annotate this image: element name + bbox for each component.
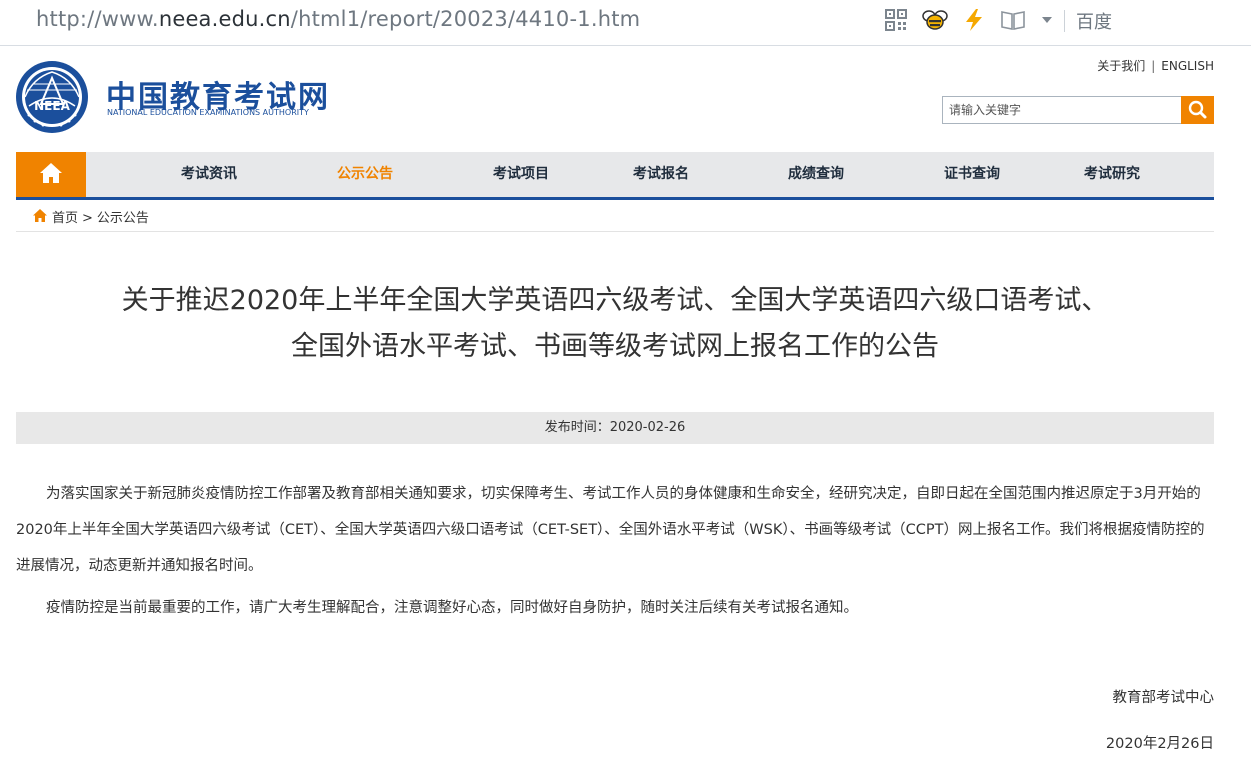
top-links: 关于我们 | ENGLISH bbox=[1097, 57, 1214, 74]
about-us-link[interactable]: 关于我们 bbox=[1097, 59, 1145, 73]
nav-item-exam-news[interactable]: 考试资讯 bbox=[181, 152, 237, 197]
nav-item-announcements[interactable]: 公示公告 bbox=[337, 152, 393, 197]
bee-icon[interactable] bbox=[922, 8, 948, 32]
site-search bbox=[942, 96, 1214, 124]
main-nav: 考试资讯 公示公告 考试项目 考试报名 成绩查询 证书查询 考试研究 bbox=[16, 152, 1214, 200]
article-paragraph-1: 为落实国家关于新冠肺炎疫情防控工作部署及教育部相关通知要求，切实保障考生、考试工… bbox=[16, 486, 1205, 574]
lightning-icon[interactable] bbox=[962, 8, 986, 32]
publish-time-bar: 发布时间：2020-02-26 bbox=[16, 412, 1214, 444]
nav-item-exam-research[interactable]: 考试研究 bbox=[1084, 152, 1140, 197]
logo-emblem-text: NEEA bbox=[34, 99, 70, 113]
url-path: /html1/report/20023/4410-1.htm bbox=[290, 7, 641, 31]
search-button[interactable] bbox=[1181, 96, 1214, 124]
english-link[interactable]: ENGLISH bbox=[1161, 59, 1214, 73]
search-input[interactable] bbox=[942, 96, 1182, 124]
nav-item-exam-programs[interactable]: 考试项目 bbox=[493, 152, 549, 197]
browser-toolbar: http://www.neea.edu.cn/html1/report/2002… bbox=[0, 0, 1251, 46]
top-links-separator: | bbox=[1151, 59, 1156, 73]
article-date: 2020年2月26日 bbox=[1105, 736, 1214, 752]
reading-book-icon[interactable] bbox=[1000, 8, 1025, 32]
nav-item-score-query[interactable]: 成绩查询 bbox=[788, 152, 844, 197]
url-text[interactable]: http://www.neea.edu.cn/html1/report/2002… bbox=[36, 7, 640, 31]
address-bar[interactable]: http://www.neea.edu.cn/html1/report/2002… bbox=[0, 0, 860, 45]
article-signature: 教育部考试中心 bbox=[1112, 690, 1215, 706]
breadcrumb-current-link[interactable]: 公示公告 bbox=[97, 211, 149, 226]
search-icon bbox=[1188, 100, 1207, 119]
nav-item-exam-registration[interactable]: 考试报名 bbox=[633, 152, 689, 197]
article-title-line-2: 全国外语水平考试、书画等级考试网上报名工作的公告 bbox=[291, 331, 939, 362]
site-logo-subtitle: NATIONAL EDUCATION EXAMINATIONS AUTHORIT… bbox=[107, 108, 309, 117]
nav-home-button[interactable] bbox=[16, 152, 86, 197]
dropdown-arrow-icon[interactable] bbox=[1040, 8, 1054, 32]
breadcrumb: 首页 > 公示公告 bbox=[16, 200, 1214, 232]
qr-code-icon[interactable] bbox=[884, 8, 908, 32]
breadcrumb-home-link[interactable]: 首页 bbox=[52, 211, 78, 226]
url-prefix: http://www. bbox=[36, 7, 159, 31]
article-title-line-1: 关于推迟2020年上半年全国大学英语四六级考试、全国大学英语四六级口语考试、 bbox=[121, 285, 1109, 316]
search-engine-label[interactable]: 百度 bbox=[1076, 8, 1112, 34]
article-paragraph-2: 疫情防控是当前最重要的工作，请广大考生理解配合，注意调整好心态，同时做好自身防护… bbox=[46, 600, 858, 616]
home-icon bbox=[40, 163, 62, 183]
url-host: neea.edu.cn bbox=[158, 7, 291, 31]
nav-item-certificate-query[interactable]: 证书查询 bbox=[944, 152, 1000, 197]
neea-logo-emblem-icon[interactable]: NEEA bbox=[15, 60, 89, 134]
breadcrumb-home-icon bbox=[32, 208, 48, 223]
breadcrumb-text: 首页 > 公示公告 bbox=[52, 207, 149, 226]
breadcrumb-arrow: > bbox=[82, 211, 93, 226]
article-title: 关于推迟2020年上半年全国大学英语四六级考试、全国大学英语四六级口语考试、 全… bbox=[16, 278, 1214, 370]
toolbar-divider bbox=[1064, 10, 1065, 32]
